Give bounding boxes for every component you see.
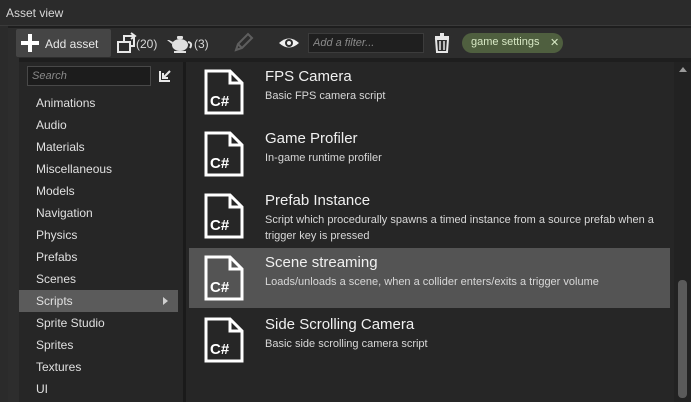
sidebar-item-label: Sprites bbox=[36, 338, 74, 352]
category-search-input[interactable] bbox=[27, 66, 151, 86]
csharp-file-icon: C# bbox=[204, 69, 244, 115]
frame-border-inner bbox=[8, 58, 19, 402]
sidebar-item-label: Models bbox=[36, 184, 75, 198]
close-icon[interactable]: ✕ bbox=[550, 36, 559, 49]
recent-assets-icon[interactable] bbox=[116, 32, 138, 54]
scroll-up-arrow-icon[interactable] bbox=[679, 67, 687, 72]
asset-description: Basic side scrolling camera script bbox=[265, 338, 428, 350]
sidebar-item-miscellaneous[interactable]: Miscellaneous bbox=[19, 158, 178, 180]
sidebar-item-ui[interactable]: UI bbox=[19, 378, 178, 400]
asset-name: Prefab Instance bbox=[265, 192, 371, 209]
sidebar-item-label: Textures bbox=[36, 360, 82, 374]
add-asset-button[interactable]: Add asset bbox=[16, 29, 111, 57]
chevron-right-icon bbox=[163, 297, 168, 305]
recent-count: (20) bbox=[136, 37, 158, 51]
asset-name: FPS Camera bbox=[265, 68, 352, 85]
sidebar-item-physics[interactable]: Physics bbox=[19, 224, 178, 246]
sidebar-item-label: Animations bbox=[36, 96, 96, 110]
plus-icon bbox=[21, 34, 39, 52]
toolbar: Add asset (20) (3) game settings ✕ bbox=[8, 28, 691, 58]
teapot-count: (3) bbox=[194, 37, 209, 51]
asset-description: Basic FPS camera script bbox=[265, 90, 386, 102]
sidebar-item-label: Audio bbox=[36, 118, 67, 132]
csharp-icon-text: C# bbox=[210, 93, 230, 110]
scrollbar-thumb[interactable] bbox=[678, 280, 687, 398]
asset-name: Game Profiler bbox=[265, 130, 358, 147]
filter-tag-label: game settings bbox=[471, 36, 540, 48]
add-asset-label: Add asset bbox=[45, 37, 99, 51]
category-sidebar: Animations Audio Materials Miscellaneous… bbox=[19, 62, 183, 402]
asset-name: Side Scrolling Camera bbox=[265, 316, 415, 333]
sidebar-item-label: UI bbox=[36, 382, 48, 396]
csharp-file-icon: C# bbox=[204, 193, 244, 239]
asset-description: Script which procedurally spawns a timed… bbox=[265, 214, 654, 242]
frame-border bbox=[0, 26, 8, 402]
csharp-icon-text: C# bbox=[210, 155, 230, 172]
sidebar-item-label: Physics bbox=[36, 228, 78, 242]
csharp-icon-text: C# bbox=[210, 217, 230, 234]
sidebar-item-animations[interactable]: Animations bbox=[19, 92, 178, 114]
sidebar-item-materials[interactable]: Materials bbox=[19, 136, 178, 158]
sidebar-item-label: Materials bbox=[36, 140, 85, 154]
filter-tag[interactable]: game settings ✕ bbox=[462, 33, 563, 53]
trash-icon[interactable] bbox=[432, 32, 452, 54]
sidebar-item-textures[interactable]: Textures bbox=[19, 356, 178, 378]
asset-description: Loads/unloads a scene, when a collider e… bbox=[265, 276, 599, 288]
filter-input[interactable] bbox=[308, 33, 424, 53]
asset-list-scrollbar[interactable] bbox=[674, 62, 691, 402]
asset-item-game-profiler[interactable]: C# Game Profiler In-game runtime profile… bbox=[189, 124, 670, 184]
collapse-arrow-icon[interactable] bbox=[157, 68, 173, 84]
asset-item-fps-camera[interactable]: C# FPS Camera Basic FPS camera script bbox=[189, 62, 670, 122]
teapot-icon[interactable] bbox=[166, 32, 194, 54]
sidebar-item-label: Navigation bbox=[36, 206, 93, 220]
csharp-icon-text: C# bbox=[210, 341, 230, 358]
sidebar-item-label: Scenes bbox=[36, 272, 77, 286]
asset-name: Scene streaming bbox=[265, 254, 378, 271]
asset-description: In-game runtime profiler bbox=[265, 152, 382, 164]
asset-item-side-scrolling-camera[interactable]: C# Side Scrolling Camera Basic side scro… bbox=[189, 310, 670, 370]
csharp-icon-text: C# bbox=[210, 279, 230, 296]
sidebar-item-label: Prefabs bbox=[36, 250, 78, 264]
sidebar-item-scripts[interactable]: Scripts bbox=[19, 290, 178, 312]
sidebar-item-label: Sprite Studio bbox=[36, 316, 105, 330]
sidebar-item-label: Miscellaneous bbox=[36, 162, 113, 176]
eye-icon[interactable] bbox=[278, 32, 300, 54]
asset-item-scene-streaming[interactable]: C# Scene streaming Loads/unloads a scene… bbox=[189, 248, 670, 308]
sidebar-item-label: Scripts bbox=[36, 294, 73, 308]
asset-item-prefab-instance[interactable]: C# Prefab Instance Script which procedur… bbox=[189, 186, 670, 246]
window-titlebar: Asset view bbox=[0, 0, 691, 26]
csharp-file-icon: C# bbox=[204, 131, 244, 177]
pencil-icon[interactable] bbox=[232, 32, 254, 54]
asset-list: C# FPS Camera Basic FPS camera script C#… bbox=[186, 62, 674, 402]
sidebar-item-sprite-studio[interactable]: Sprite Studio bbox=[19, 312, 178, 334]
sidebar-item-scenes[interactable]: Scenes bbox=[19, 268, 178, 290]
csharp-file-icon: C# bbox=[204, 255, 244, 301]
sidebar-item-models[interactable]: Models bbox=[19, 180, 178, 202]
sidebar-item-sprites[interactable]: Sprites bbox=[19, 334, 178, 356]
sidebar-item-navigation[interactable]: Navigation bbox=[19, 202, 178, 224]
sidebar-item-audio[interactable]: Audio bbox=[19, 114, 178, 136]
sidebar-item-prefabs[interactable]: Prefabs bbox=[19, 246, 178, 268]
csharp-file-icon: C# bbox=[204, 317, 244, 363]
window-title: Asset view bbox=[6, 6, 64, 20]
